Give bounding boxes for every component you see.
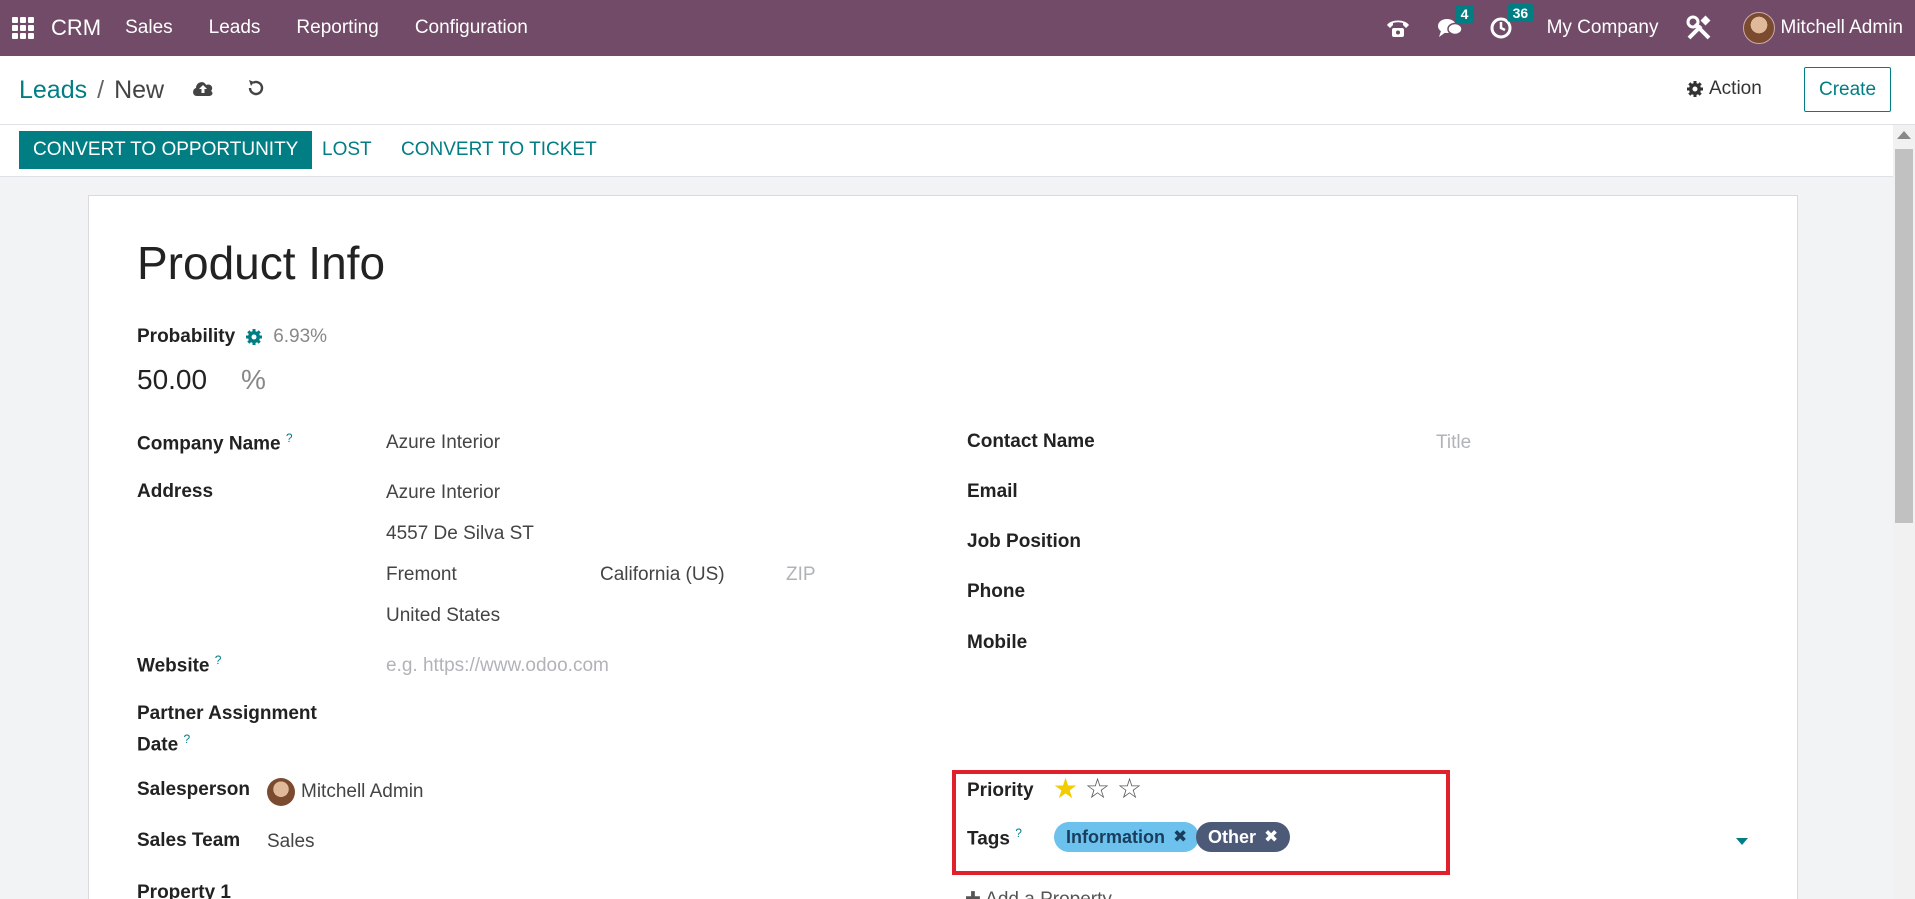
create-button[interactable]: Create <box>1804 67 1891 112</box>
action-button[interactable]: Action <box>1686 78 1762 100</box>
property-1-label: Property 1 <box>137 882 231 899</box>
job-position-label: Job Position <box>967 531 1081 552</box>
sales-team-label: Sales Team <box>137 830 241 851</box>
user-menu[interactable]: Mitchell Admin <box>1781 17 1904 39</box>
breadcrumb-separator: / <box>97 76 105 104</box>
priority-star-2-icon[interactable]: ☆ <box>1085 775 1110 803</box>
automated-probability: 6.93% <box>273 326 328 347</box>
city-input[interactable]: Fremont <box>386 564 457 586</box>
salesperson-avatar <box>267 778 295 806</box>
phone-icon[interactable] <box>1385 17 1411 39</box>
phone-label: Phone <box>967 581 1026 602</box>
tag-other-label: Other <box>1208 826 1257 847</box>
help-icon[interactable]: ? <box>215 653 222 667</box>
gear-icon <box>1687 81 1703 97</box>
scroll-up-arrow[interactable] <box>1897 131 1911 139</box>
probability-unit: % <box>241 364 266 395</box>
street-input[interactable]: Azure Interior <box>386 482 500 504</box>
tag-other: Other ✖ <box>1196 822 1291 852</box>
probability-label: Probability 6.93% <box>137 326 327 348</box>
state-input[interactable]: California (US) <box>600 564 725 586</box>
main-menu: Sales Leads Reporting Configuration <box>125 17 564 39</box>
plus-icon: ✚ <box>965 889 985 899</box>
website-label: Website ? <box>137 653 221 677</box>
control-panel: Leads / New Action Create <box>0 56 1915 125</box>
remove-tag-icon[interactable]: ✖ <box>1173 827 1187 847</box>
partner-assignment-date-label-2: Date ? <box>137 732 190 756</box>
user-avatar[interactable] <box>1742 12 1775 44</box>
top-navbar: CRM Sales Leads Reporting Configuration … <box>0 0 1915 56</box>
menu-configuration[interactable]: Configuration <box>415 17 528 39</box>
menu-leads[interactable]: Leads <box>209 17 261 39</box>
navbar-systray: 4 36 My Company Mitchell Admin <box>1385 0 1915 56</box>
menu-sales[interactable]: Sales <box>125 17 173 39</box>
activities-badge: 36 <box>1506 4 1535 22</box>
contact-name-label: Contact Name <box>967 431 1095 452</box>
status-bar: CONVERT TO OPPORTUNITY LOST CONVERT TO T… <box>0 125 1893 177</box>
country-input[interactable]: United States <box>386 605 500 627</box>
breadcrumb: Leads / New <box>19 76 164 105</box>
save-cloud-icon[interactable] <box>191 78 215 103</box>
activities-icon[interactable]: 36 <box>1489 4 1535 40</box>
app-brand[interactable]: CRM <box>51 15 101 41</box>
action-label: Action <box>1709 78 1762 99</box>
scrollbar-thumb[interactable] <box>1895 149 1913 523</box>
gear-icon[interactable] <box>245 328 263 346</box>
tags-dropdown-caret-icon[interactable] <box>1736 838 1748 845</box>
tag-information: Information ✖ <box>1054 822 1200 852</box>
convert-to-ticket-button[interactable]: CONVERT TO TICKET <box>401 131 597 169</box>
breadcrumb-leads[interactable]: Leads <box>19 76 87 105</box>
mobile-label: Mobile <box>967 632 1028 653</box>
probability-label-text: Probability <box>137 326 236 347</box>
contact-title-input[interactable]: Title <box>1436 432 1471 454</box>
breadcrumb-current: New <box>114 76 165 104</box>
debug-tools-icon[interactable] <box>1685 14 1713 42</box>
help-icon[interactable]: ? <box>183 732 190 746</box>
remove-tag-icon[interactable]: ✖ <box>1264 827 1278 847</box>
discard-icon[interactable] <box>246 78 266 103</box>
zip-input[interactable]: ZIP <box>786 564 816 586</box>
lost-button[interactable]: LOST <box>322 131 372 169</box>
add-property-label: Add a Property <box>985 889 1112 899</box>
company-name-label: Company Name ? <box>137 431 293 455</box>
menu-reporting[interactable]: Reporting <box>296 17 378 39</box>
messages-badge: 4 <box>1454 5 1475 23</box>
address-label: Address <box>137 481 214 502</box>
form-sheet: Product Info Probability 6.93% 50.00 % C… <box>88 195 1798 899</box>
apps-grid-icon[interactable] <box>12 17 34 39</box>
probability-input[interactable]: 50.00 <box>137 364 207 396</box>
lead-title[interactable]: Product Info <box>137 236 385 290</box>
convert-to-opportunity-button[interactable]: CONVERT TO OPPORTUNITY <box>19 131 313 169</box>
salesperson-label: Salesperson <box>137 779 250 800</box>
website-label-text: Website <box>137 655 210 677</box>
priority-star-1-icon[interactable]: ★ <box>1053 775 1078 803</box>
sales-team-input[interactable]: Sales <box>267 831 315 853</box>
partner-assignment-date-label: Partner Assignment <box>137 703 317 724</box>
website-input[interactable]: e.g. https://www.odoo.com <box>386 655 609 677</box>
tag-information-label: Information <box>1066 826 1165 847</box>
help-icon[interactable]: ? <box>286 431 293 445</box>
messages-icon[interactable]: 4 <box>1437 5 1475 39</box>
salesperson-input[interactable]: Mitchell Admin <box>301 781 424 803</box>
email-label: Email <box>967 481 1018 502</box>
company-switcher[interactable]: My Company <box>1547 17 1659 39</box>
add-property-button[interactable]: ✚ Add a Property <box>965 888 1112 899</box>
company-name-input[interactable]: Azure Interior <box>386 432 500 454</box>
highlight-box <box>952 770 1450 875</box>
priority-star-3-icon[interactable]: ☆ <box>1117 775 1142 803</box>
partner-date-label-text: Date <box>137 734 179 756</box>
company-name-label-text: Company Name <box>137 433 281 455</box>
street2-input[interactable]: 4557 De Silva ST <box>386 523 534 545</box>
